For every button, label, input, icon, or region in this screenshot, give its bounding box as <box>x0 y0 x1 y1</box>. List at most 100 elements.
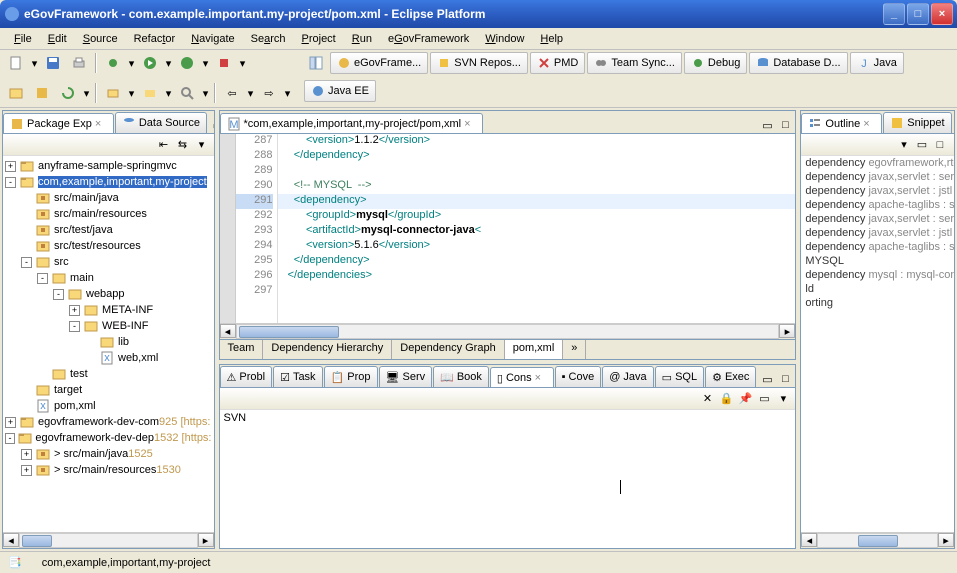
search-button[interactable] <box>175 82 199 104</box>
debug-button[interactable] <box>101 52 125 74</box>
menu-source[interactable]: Source <box>75 31 126 47</box>
open-type-dropdown[interactable]: ▾ <box>164 82 173 104</box>
tree-node[interactable]: target <box>5 382 212 398</box>
view-tab-cove[interactable]: ▪Cove <box>555 366 602 387</box>
menu-run[interactable]: Run <box>344 31 380 47</box>
collapse-all-button[interactable]: ⇤ <box>156 137 172 153</box>
tree-node[interactable]: -egovframework-dev-dep 1532 [https: <box>5 430 212 446</box>
minimize-view-button[interactable]: ▭ <box>210 117 214 133</box>
tree-node[interactable]: +anyframe-sample-springmvc <box>5 158 212 174</box>
tree-node[interactable]: xweb,xml <box>5 350 212 366</box>
tree-node[interactable]: test <box>5 366 212 382</box>
search-dropdown[interactable]: ▾ <box>201 82 210 104</box>
perspective-debug[interactable]: Debug <box>684 52 747 74</box>
console-open-button[interactable]: ▾ <box>775 391 791 407</box>
outline-list[interactable]: dependency egovframework,rte :dependency… <box>801 156 954 532</box>
sync-button[interactable] <box>56 82 80 104</box>
editor-page-tab[interactable]: Team <box>220 340 264 359</box>
menu-edit[interactable]: Edit <box>40 31 75 47</box>
view-tab-exec[interactable]: ⚙Exec <box>705 366 756 387</box>
console-min-button[interactable]: ▭ <box>759 371 775 387</box>
open-perspective-button[interactable] <box>304 52 328 74</box>
console-pin-button[interactable]: 📌 <box>737 391 753 407</box>
outline-item[interactable]: dependency javax,servlet : jstl : <box>801 226 954 240</box>
tree-toggle[interactable]: - <box>5 433 15 444</box>
tree-node[interactable]: -webapp <box>5 286 212 302</box>
outline-hscroll[interactable]: ◂▸ <box>801 532 954 548</box>
new-project-button[interactable] <box>4 82 28 104</box>
tab-data-source[interactable]: Data Source <box>115 112 207 133</box>
perspective-java[interactable]: JJava <box>850 52 904 74</box>
close-icon[interactable]: × <box>464 118 476 130</box>
menu-window[interactable]: Window <box>477 31 532 47</box>
tab-snippet[interactable]: Snippet <box>883 112 951 133</box>
close-icon[interactable]: × <box>95 118 107 130</box>
tree-toggle[interactable]: - <box>53 289 64 300</box>
perspective-egovframe[interactable]: eGovFrame... <box>330 52 428 74</box>
tab-package-explorer[interactable]: Package Exp× <box>3 113 114 134</box>
close-icon[interactable]: × <box>535 372 547 384</box>
editor-page-tab[interactable]: Dependency Hierarchy <box>263 340 392 359</box>
external-tools-button[interactable] <box>212 52 236 74</box>
tree-toggle[interactable]: + <box>5 417 16 428</box>
perspective-team-sync[interactable]: Team Sync... <box>587 52 682 74</box>
outline-item[interactable]: dependency javax,servlet : servle <box>801 170 954 184</box>
outline-item[interactable]: orting <box>801 296 954 310</box>
window-close-button[interactable]: × <box>931 3 953 25</box>
back-button[interactable]: ⇦ <box>220 82 244 104</box>
code-editor[interactable]: 287288289290291292293294295296297 <versi… <box>220 134 796 323</box>
window-minimize-button[interactable]: _ <box>883 3 905 25</box>
perspective-javaee[interactable]: Java EE <box>304 80 376 102</box>
outline-item[interactable]: dependency egovframework,rte : <box>801 156 954 170</box>
view-menu-button[interactable]: ▾ <box>194 137 210 153</box>
outline-menu-button[interactable]: ▾ <box>896 137 912 153</box>
run-button[interactable] <box>138 52 162 74</box>
new-server-dropdown[interactable]: ▾ <box>127 82 136 104</box>
console-display-button[interactable]: ▭ <box>756 391 772 407</box>
print-button[interactable] <box>67 52 91 74</box>
debug-dropdown[interactable]: ▾ <box>127 52 136 74</box>
view-tab-task[interactable]: ☑Task <box>273 366 323 387</box>
tree-toggle[interactable]: + <box>21 465 32 476</box>
new-dropdown[interactable]: ▾ <box>30 52 39 74</box>
close-icon[interactable]: × <box>863 118 875 130</box>
outline-min-button[interactable]: ▭ <box>914 137 930 153</box>
tree-node[interactable]: +> src/main/resources 1530 <box>5 462 212 478</box>
maximize-editor-button[interactable]: □ <box>777 117 793 133</box>
tree-node[interactable]: lib <box>5 334 212 350</box>
view-tab-java[interactable]: @Java <box>602 366 653 387</box>
link-editor-button[interactable]: ⇆ <box>175 137 191 153</box>
tree-toggle[interactable]: - <box>69 321 80 332</box>
menu-project[interactable]: Project <box>294 31 344 47</box>
menu-search[interactable]: Search <box>243 31 294 47</box>
tree-toggle[interactable]: + <box>5 161 16 172</box>
more-tabs-button[interactable]: » <box>563 340 586 359</box>
menu-refactor[interactable]: Refactor <box>126 31 184 47</box>
run-last-button[interactable] <box>175 52 199 74</box>
view-tab-serv[interactable]: 🖥Serv <box>379 366 433 387</box>
editor-hscroll[interactable]: ◂▸ <box>220 323 796 339</box>
menu-navigate[interactable]: Navigate <box>183 31 242 47</box>
tree-node[interactable]: +> src/main/java 1525 <box>5 446 212 462</box>
forward-button[interactable]: ⇨ <box>257 82 281 104</box>
tree-node[interactable]: +META-INF <box>5 302 212 318</box>
tree-toggle[interactable]: - <box>21 257 32 268</box>
console-max-button[interactable]: □ <box>777 371 793 387</box>
tree-node[interactable]: -src <box>5 254 212 270</box>
outline-item[interactable]: dependency mysql : mysql-conn <box>801 268 954 282</box>
outline-item[interactable]: ld <box>801 282 954 296</box>
run-dropdown[interactable]: ▾ <box>164 52 173 74</box>
tree-node[interactable]: +egovframework-dev-com 925 [https: <box>5 414 212 430</box>
tree-hscroll[interactable]: ◂▸ <box>3 532 214 548</box>
external-tools-dropdown[interactable]: ▾ <box>238 52 247 74</box>
minimize-editor-button[interactable]: ▭ <box>759 117 775 133</box>
run-last-dropdown[interactable]: ▾ <box>201 52 210 74</box>
tree-toggle[interactable]: - <box>37 273 48 284</box>
tree-node[interactable]: src/main/java <box>5 190 212 206</box>
console-scroll-lock-button[interactable]: 🔒 <box>718 391 734 407</box>
outline-item[interactable]: dependency apache-taglibs : sta <box>801 240 954 254</box>
new-button[interactable] <box>4 52 28 74</box>
new-server-button[interactable] <box>101 82 125 104</box>
project-tree[interactable]: +anyframe-sample-springmvc-com,example,i… <box>3 156 214 532</box>
outline-item[interactable]: dependency apache-taglibs : sta <box>801 198 954 212</box>
